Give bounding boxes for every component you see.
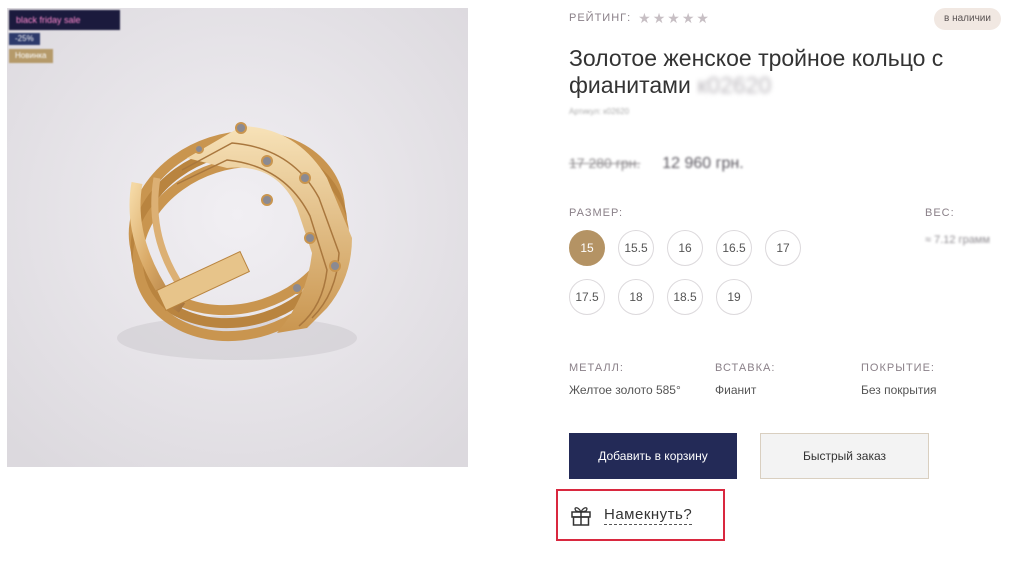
sale-badge: black friday sale [9, 10, 120, 30]
rating-stars[interactable]: ★ ★ ★ ★ ★ [638, 11, 709, 25]
size-option-16[interactable]: 16 [667, 230, 703, 266]
old-price: 17 280 грн. [569, 155, 641, 171]
metal-label: МЕТАЛЛ: [569, 362, 624, 374]
prices: 17 280 грн. 12 960 грн. [569, 155, 744, 173]
star-icon[interactable]: ★ [682, 11, 695, 25]
star-icon[interactable]: ★ [667, 11, 680, 25]
size-label: РАЗМЕР: [569, 207, 624, 219]
stock-badge: в наличии [934, 8, 1001, 30]
star-icon[interactable]: ★ [653, 11, 666, 25]
coating-label: ПОКРЫТИЕ: [861, 362, 935, 374]
rating: РЕЙТИНГ: ★ ★ ★ ★ ★ [569, 11, 709, 25]
product-sku: к02620 [697, 72, 772, 98]
metal-property: МЕТАЛЛ: Желтое золото 585° [569, 362, 715, 397]
weight-value: ≈ 7.12 грамм [925, 234, 990, 246]
hint-highlight[interactable]: Намекнуть? [556, 489, 725, 541]
size-option-15[interactable]: 15 [569, 230, 605, 266]
product-properties: МЕТАЛЛ: Желтое золото 585° ВСТАВКА: Фиан… [569, 362, 1007, 397]
gift-icon [571, 507, 591, 526]
current-price: 12 960 грн. [662, 155, 744, 172]
star-icon[interactable]: ★ [696, 11, 709, 25]
size-option-18[interactable]: 18 [618, 279, 654, 315]
product-image[interactable]: black friday sale -25% Новинка [7, 8, 468, 467]
rating-label: РЕЙТИНГ: [569, 12, 632, 24]
product-title: Золотое женское тройное кольцо с фианита… [569, 45, 989, 99]
coating-property: ПОКРЫТИЕ: Без покрытия [861, 362, 1007, 397]
hint-link[interactable]: Намекнуть? [604, 506, 693, 525]
coating-value: Без покрытия [861, 383, 937, 397]
discount-badge: -25% [9, 33, 40, 45]
size-options: 15 15.5 16 16.5 17 17.5 18 18.5 19 [569, 230, 819, 315]
metal-value: Желтое золото 585° [569, 383, 681, 397]
ring-photo [7, 8, 468, 467]
size-option-18-5[interactable]: 18.5 [667, 279, 703, 315]
article-number: Артикул: к02620 [569, 107, 630, 116]
badges: black friday sale -25% Новинка [9, 10, 120, 63]
size-option-15-5[interactable]: 15.5 [618, 230, 654, 266]
weight-label: ВЕС: [925, 207, 955, 219]
new-badge: Новинка [9, 49, 53, 63]
add-to-cart-button[interactable]: Добавить в корзину [569, 433, 737, 479]
insert-value: Фианит [715, 383, 757, 397]
quick-order-button[interactable]: Быстрый заказ [760, 433, 929, 479]
star-icon[interactable]: ★ [638, 11, 651, 25]
size-option-19[interactable]: 19 [716, 279, 752, 315]
insert-property: ВСТАВКА: Фианит [715, 362, 861, 397]
size-option-17[interactable]: 17 [765, 230, 801, 266]
size-option-16-5[interactable]: 16.5 [716, 230, 752, 266]
insert-label: ВСТАВКА: [715, 362, 776, 374]
size-option-17-5[interactable]: 17.5 [569, 279, 605, 315]
